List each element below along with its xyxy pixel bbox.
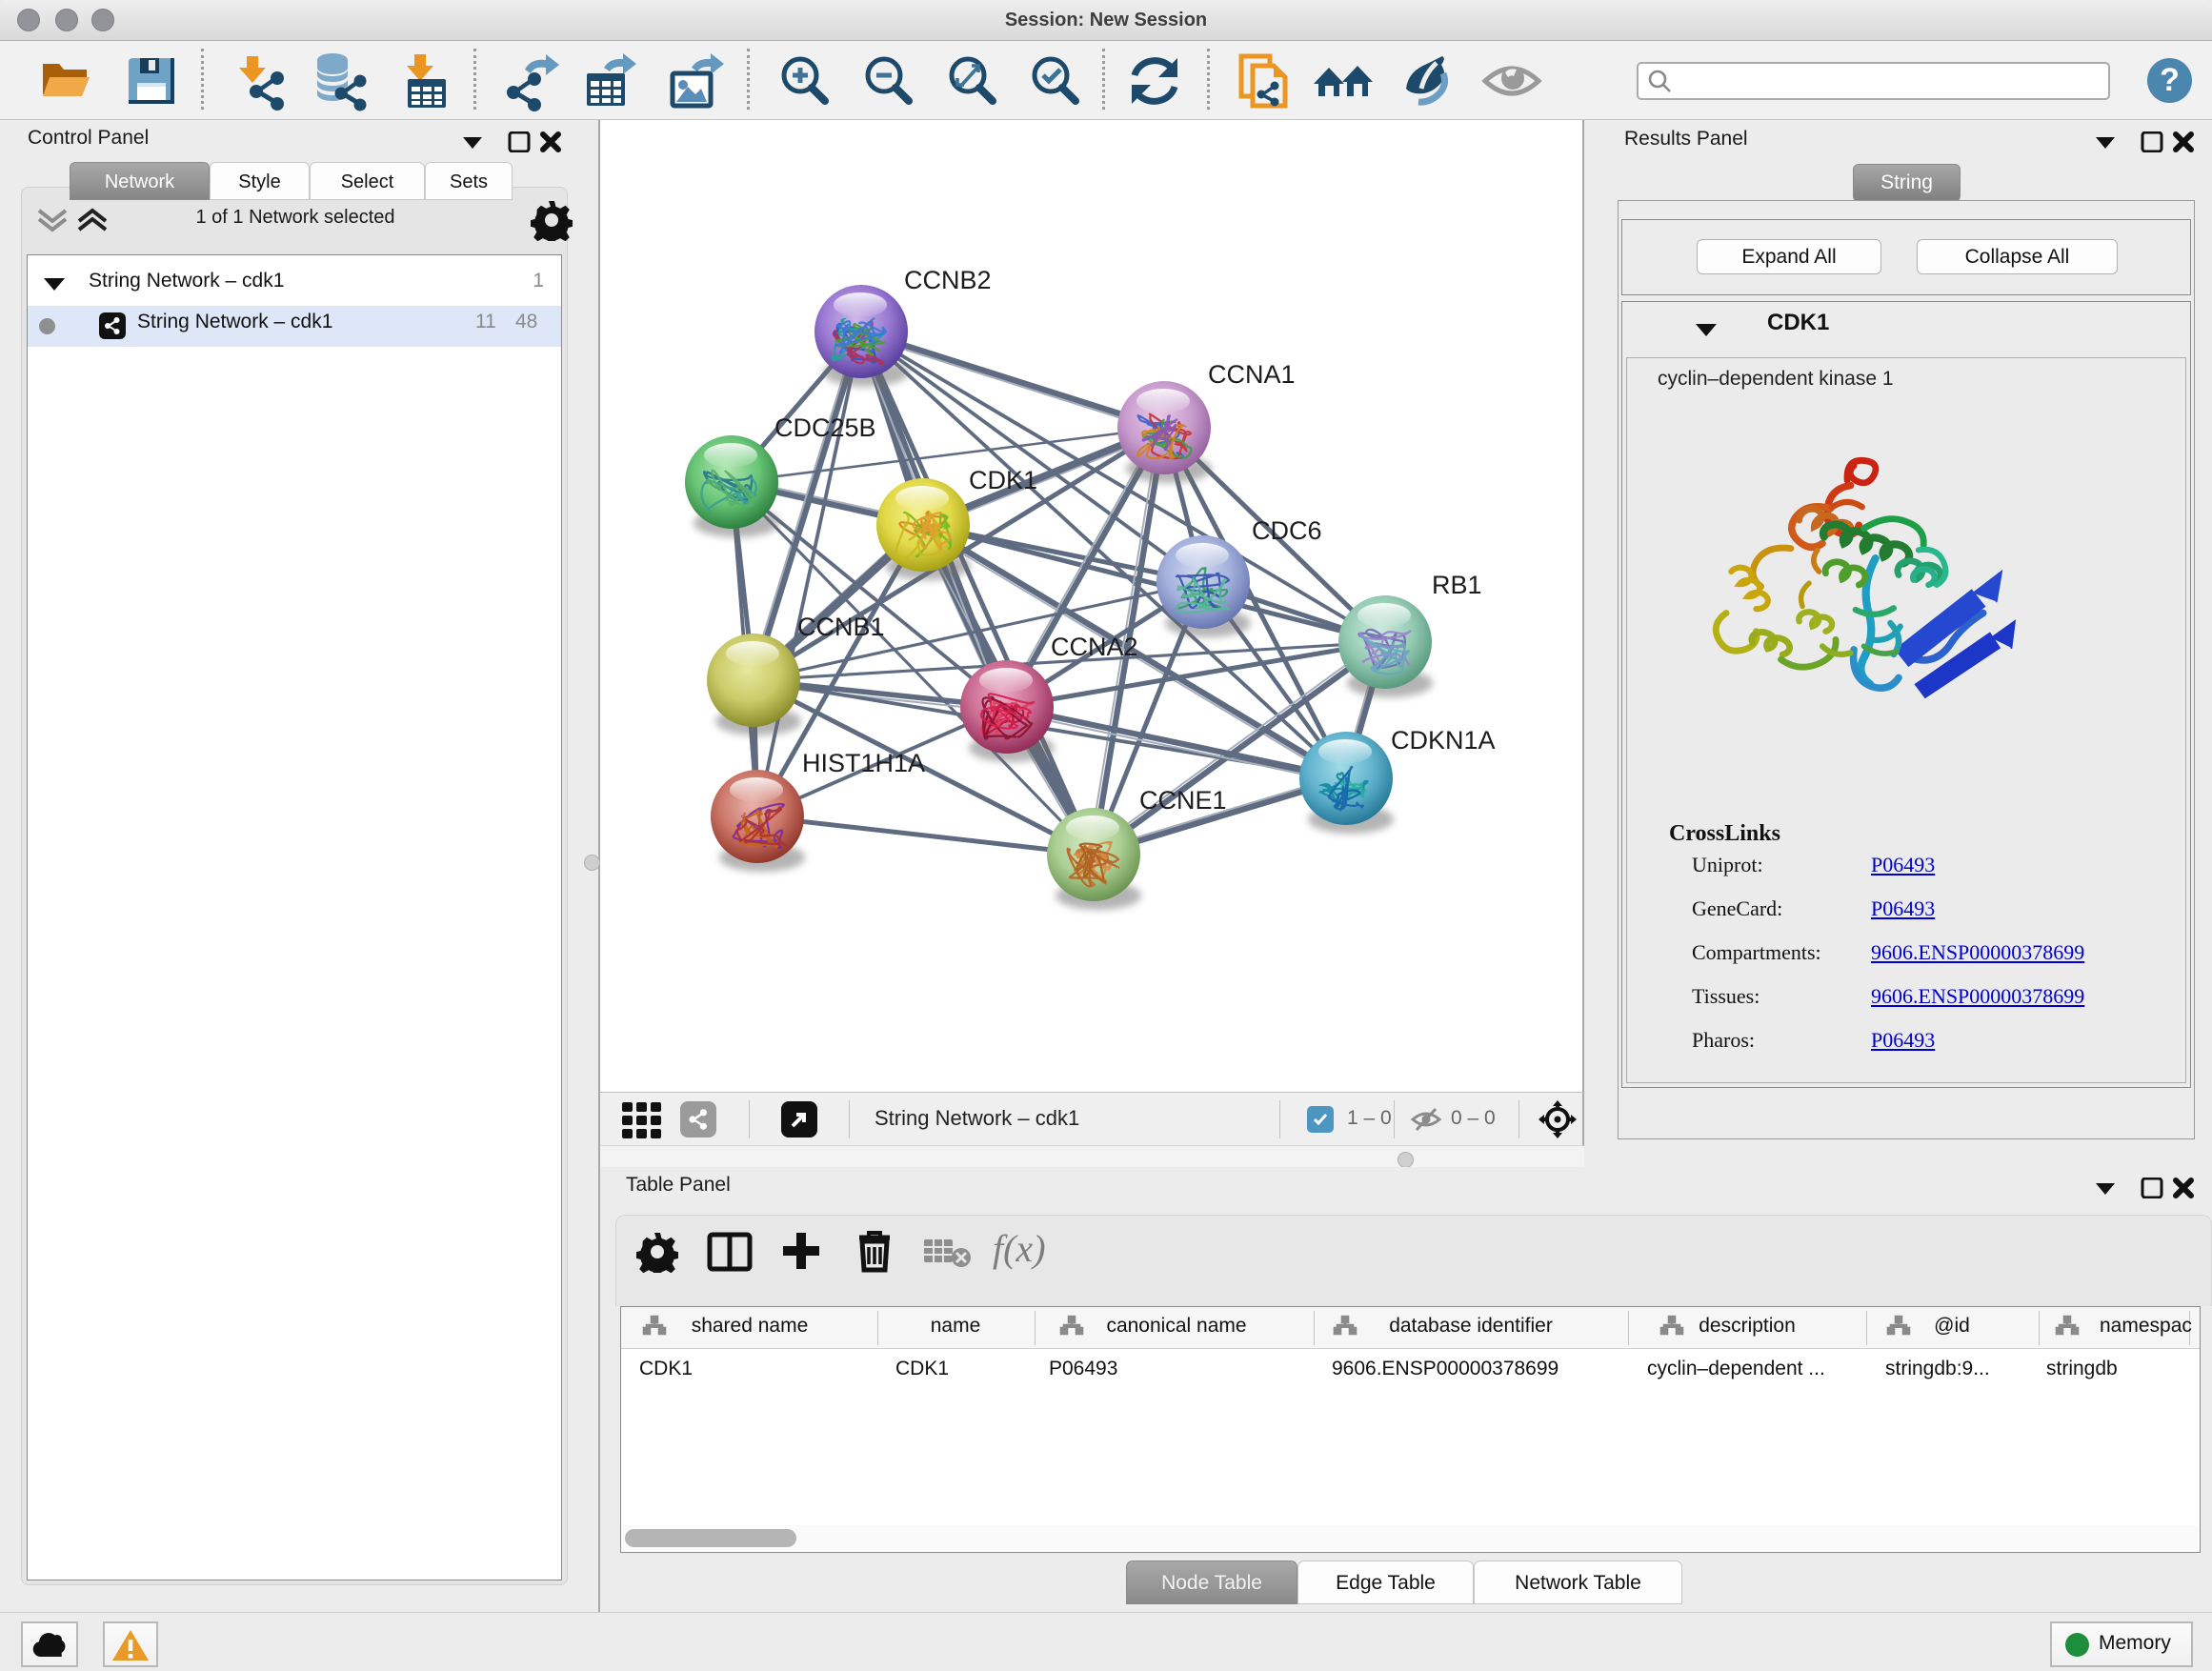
svg-text:RB1: RB1 [1432,571,1482,599]
svg-text:CCNA2: CCNA2 [1051,633,1138,661]
svg-text:CCNB2: CCNB2 [904,266,992,294]
svg-text:CDC6: CDC6 [1252,516,1322,545]
svg-text:CDC25B: CDC25B [774,413,876,442]
svg-text:CCNE1: CCNE1 [1139,786,1227,815]
svg-text:CCNB1: CCNB1 [797,613,885,641]
svg-text:CDK1: CDK1 [969,466,1037,494]
svg-text:CDKN1A: CDKN1A [1391,726,1496,755]
svg-text:CCNA1: CCNA1 [1208,360,1296,389]
svg-text:HIST1H1A: HIST1H1A [802,749,925,777]
